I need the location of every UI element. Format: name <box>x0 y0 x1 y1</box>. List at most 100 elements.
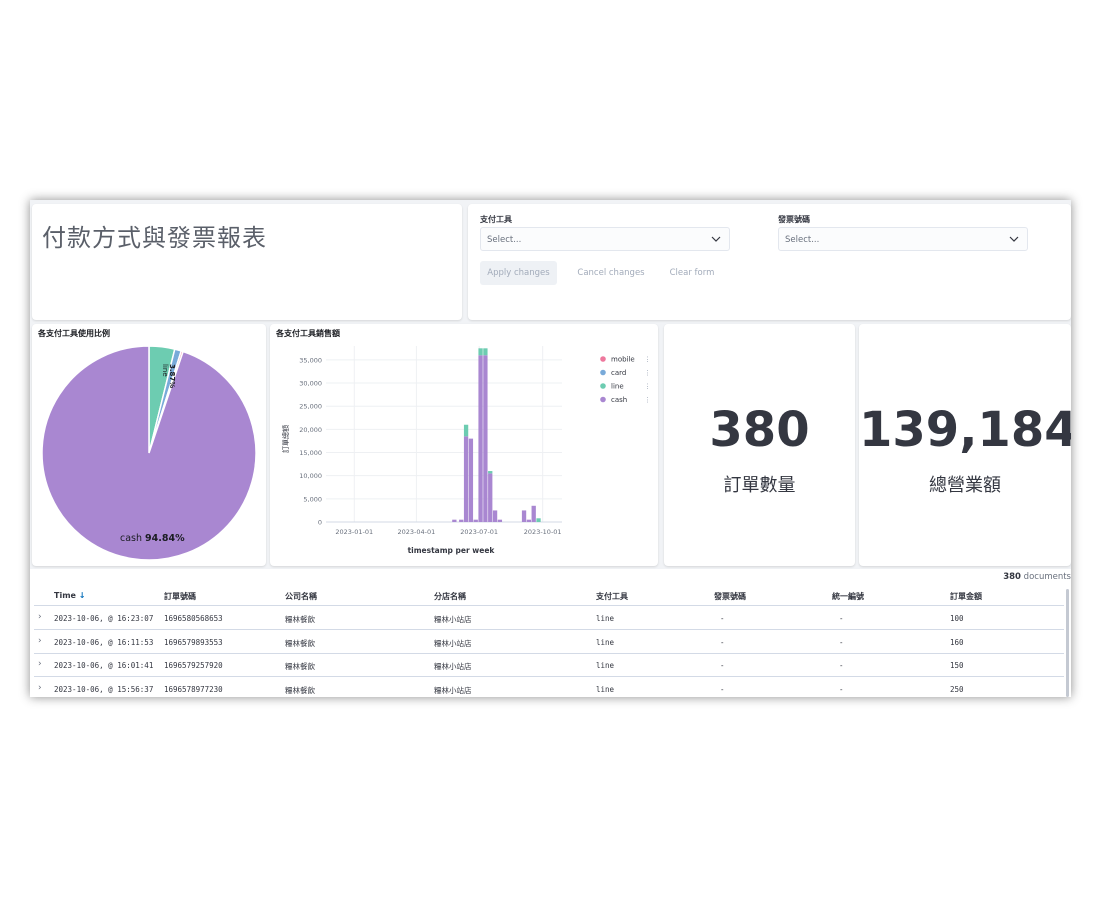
bar-cash[interactable] <box>488 473 493 522</box>
bar-line[interactable] <box>483 348 488 356</box>
table-cell: 1696580568653 <box>164 614 223 623</box>
page-title: 付款方式與發票報表 <box>42 224 267 252</box>
invoice-select[interactable]: Select... <box>778 227 1028 251</box>
chevron-down-icon <box>711 236 721 242</box>
svg-text:3.87%: 3.87% <box>168 364 176 388</box>
table-cell: line <box>596 637 615 647</box>
dashboard: 付款方式與發票報表 支付工具 Select... 發票號碼 Select... … <box>30 200 1071 697</box>
bar-line[interactable] <box>463 424 469 437</box>
legend-menu-icon[interactable]: ⋮ <box>644 356 651 364</box>
bar-cash[interactable] <box>531 505 536 522</box>
x-tick-label: 2023-04-01 <box>398 528 436 536</box>
table-cell: 糧林餐飲 <box>285 638 315 648</box>
pie-slice-cash[interactable] <box>41 345 257 561</box>
orders-metric-label: 訂單數量 <box>723 475 796 496</box>
legend-label-cash[interactable]: cash <box>611 396 627 404</box>
table-cell: 1696578977230 <box>164 684 223 694</box>
table-row[interactable]: › 2023-10-06, @ 16:01:41 1696579257920 糧林餐飲… <box>34 654 1064 677</box>
column-header-payment[interactable]: 支付工具 <box>596 591 628 602</box>
table-cell: 糧林小站店 <box>434 662 472 671</box>
legend-label-mobile[interactable]: mobile <box>611 356 635 364</box>
table-cell: 糧林餐飲 <box>285 615 315 624</box>
bar-cash[interactable] <box>521 510 527 522</box>
column-header-time[interactable]: Time ↓ <box>54 591 85 600</box>
x-tick-label: 2023-10-01 <box>524 528 562 536</box>
table-row[interactable]: › 2023-10-06, @ 16:23:07 1696580568653 糧林餐飲… <box>34 607 1064 630</box>
orders-metric-panel: 380 訂單數量 <box>664 324 855 566</box>
chevron-down-icon <box>1009 236 1019 242</box>
bar-cash[interactable] <box>492 510 498 522</box>
bar-cash[interactable] <box>463 436 469 522</box>
y-tick-label: 35,000 <box>299 356 322 364</box>
title-panel: 付款方式與發票報表 <box>32 204 462 320</box>
y-tick-label: 0 <box>318 519 322 527</box>
table-cell: 250 <box>950 684 964 694</box>
legend-swatch-mobile <box>600 356 606 362</box>
legend-swatch-line <box>600 383 606 389</box>
bar-cash[interactable] <box>473 519 478 522</box>
table-header-divider <box>34 605 1064 606</box>
bar-line[interactable] <box>536 518 541 522</box>
expand-row-icon[interactable]: › <box>38 659 42 669</box>
table-cell: 2023-10-06, @ 15:56:37 <box>54 684 154 694</box>
clear-form-button[interactable]: Clear form <box>662 261 722 285</box>
table-row[interactable]: › 2023-10-06, @ 16:11:53 1696579893553 糧林餐飲… <box>34 631 1064 654</box>
column-header-order-id[interactable]: 訂單號碼 <box>164 591 196 602</box>
table-cell: 2023-10-06, @ 16:23:07 <box>54 614 154 623</box>
legend-label-line[interactable]: line <box>611 383 624 391</box>
y-tick-label: 25,000 <box>299 403 322 411</box>
bar-line[interactable] <box>478 348 483 356</box>
legend-swatch-card <box>600 369 606 376</box>
bar-cash[interactable] <box>497 519 503 522</box>
table-row[interactable]: › 2023-10-06, @ 15:56:37 1696578977230 糧林餐飲… <box>34 678 1064 698</box>
revenue-metric-panel: 139,184 總營業額 <box>859 324 1071 566</box>
table-cell: - <box>720 661 725 670</box>
table-cell: - <box>720 684 725 694</box>
bar-cash[interactable] <box>526 519 532 522</box>
table-cell: 糧林餐飲 <box>285 662 315 671</box>
revenue-metric-value: 139,184 <box>859 402 1071 458</box>
bar-cash[interactable] <box>478 355 483 522</box>
bar-chart: 0 5,000 10,000 15,000 20,000 25,000 30,000 35,0… <box>281 346 651 555</box>
table-cell: 糧林餐飲 <box>285 685 315 695</box>
table-cell: line <box>596 614 615 623</box>
table-cell: - <box>720 614 725 623</box>
legend-menu-icon[interactable]: ⋮ <box>644 396 651 404</box>
y-tick-label: 10,000 <box>299 472 322 480</box>
expand-row-icon[interactable]: › <box>38 683 42 693</box>
table-cell: 糧林小站店 <box>434 615 472 624</box>
column-header-tax-id[interactable]: 統一編號 <box>832 591 864 602</box>
bar-line[interactable] <box>488 471 493 474</box>
controls-panel: 支付工具 Select... 發票號碼 Select... Apply chan… <box>468 204 1071 320</box>
apply-changes-button[interactable]: Apply changes <box>480 261 557 285</box>
sort-arrow-icon: ↓ <box>75 591 86 600</box>
column-header-company[interactable]: 公司名稱 <box>285 591 317 602</box>
legend-label-card[interactable]: card <box>611 369 626 377</box>
legend-menu-icon[interactable]: ⋮ <box>644 369 651 377</box>
bar-y-axis-label: 訂單總額 <box>281 425 290 453</box>
svg-text:line: line <box>161 364 169 377</box>
column-header-invoice[interactable]: 發票號碼 <box>714 591 746 602</box>
expand-row-icon[interactable]: › <box>38 636 42 646</box>
orders-metric-value: 380 <box>709 402 810 458</box>
bar-cash[interactable] <box>483 355 488 522</box>
invoice-filter-label: 發票號碼 <box>778 215 810 224</box>
legend-swatch-cash <box>600 396 606 403</box>
y-tick-label: 15,000 <box>299 449 322 457</box>
y-tick-label: 30,000 <box>299 380 322 388</box>
table-cell: - <box>839 661 844 670</box>
expand-row-icon[interactable]: › <box>38 612 42 622</box>
cancel-changes-button[interactable]: Cancel changes <box>570 261 652 285</box>
bar-cash[interactable] <box>452 519 457 522</box>
pie-chart-panel: 各支付工具使用比例 cash 94.84% line 3.87% <box>32 324 266 566</box>
column-header-branch[interactable]: 分店名稱 <box>434 591 466 602</box>
table-cell: line <box>596 684 615 694</box>
bar-x-axis-label: timestamp per week <box>408 546 496 555</box>
legend-menu-icon[interactable]: ⋮ <box>644 383 651 391</box>
payment-select[interactable]: Select... <box>480 227 730 251</box>
column-header-amount[interactable]: 訂單金額 <box>950 591 982 602</box>
table-cell: - <box>720 637 725 647</box>
bar-cash[interactable] <box>468 438 474 522</box>
table-scrollbar[interactable] <box>1066 589 1069 697</box>
bar-cash[interactable] <box>459 519 464 522</box>
